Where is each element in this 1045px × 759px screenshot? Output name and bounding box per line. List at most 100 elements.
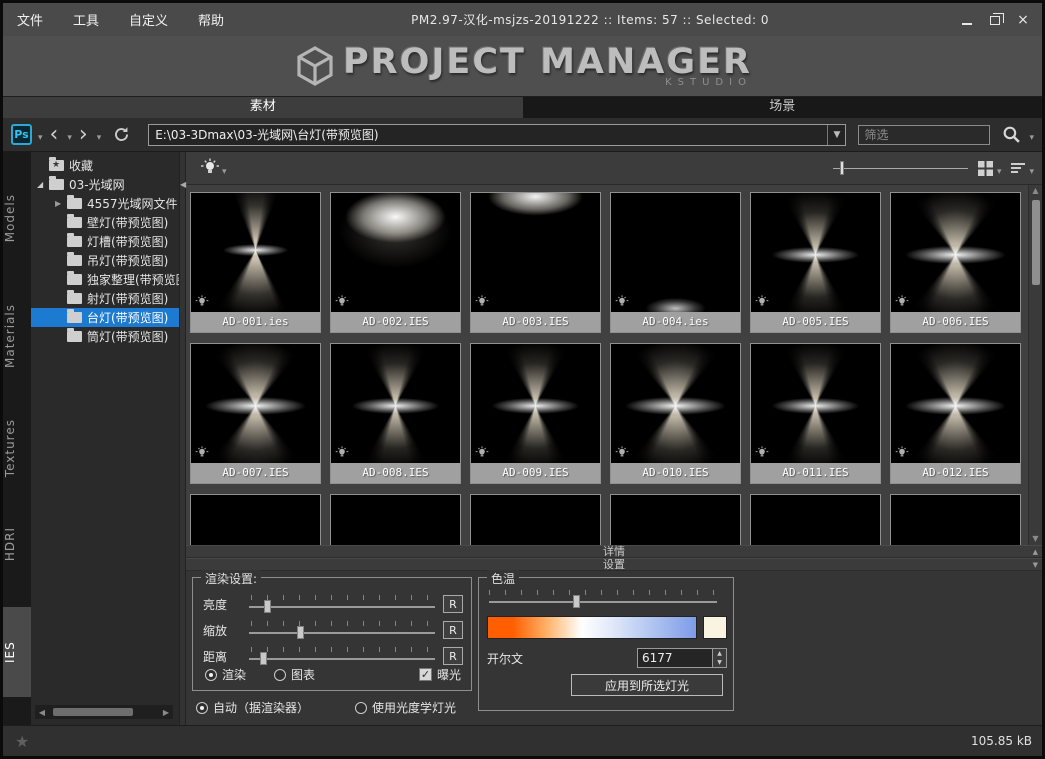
ps-dropdown-caret-icon[interactable] [36,125,43,144]
category-tab[interactable]: IES [3,607,31,697]
tree-item[interactable]: ★ 灯槽(带预览图) [31,232,179,251]
thumbnail[interactable] [330,494,461,545]
thumbnail-grid: AD-001.ies AD-002.IES [186,185,1028,545]
thumbnail[interactable]: AD-006.IES [890,192,1021,333]
tree-item[interactable]: ★ 4557光域网文件 [31,194,179,213]
thumbnail[interactable]: AD-010.IES [610,343,741,484]
slider-thumb[interactable] [260,652,267,665]
sort-button[interactable] [1011,163,1025,173]
thumbnail[interactable] [750,494,881,545]
thumbnail[interactable]: AD-004.ies [610,192,741,333]
thumbnail[interactable] [610,494,741,545]
tree-item[interactable]: ★ 03-光域网 [31,175,179,194]
tree-item[interactable]: ★ 吊灯(带预览图) [31,251,179,270]
category-tab[interactable]: Textures [3,411,31,485]
scroll-right-icon[interactable]: ▶ [159,708,173,717]
view-dropdown-caret-icon[interactable] [995,159,1002,178]
size-slider-thumb[interactable] [840,161,844,175]
details-panel-header[interactable]: 详情 ▲ [186,545,1042,558]
thumbnail[interactable]: AD-008.IES [330,343,461,484]
back-dropdown-caret-icon[interactable] [65,125,72,144]
thumbnail[interactable]: AD-005.IES [750,192,881,333]
tree-item[interactable]: ★ 壁灯(带预览图) [31,213,179,232]
thumbnail[interactable]: AD-011.IES [750,343,881,484]
tree-item[interactable]: ★ 收藏 [31,156,179,175]
minimize-button[interactable] [956,10,978,30]
tree-expand-icon[interactable] [55,199,67,208]
slider-thumb[interactable] [297,626,304,639]
reset-button[interactable]: R [443,595,463,613]
category-tab[interactable]: Models [3,186,31,250]
slider-track[interactable] [249,594,435,614]
grid-vertical-scrollbar[interactable]: ▲ ▼ [1028,185,1042,545]
path-dropdown-icon[interactable]: ▼ [827,125,845,145]
light-filter-button[interactable] [200,158,220,178]
slider-track[interactable] [249,646,435,666]
search-input[interactable] [858,125,990,145]
radio-option[interactable]: 渲染 [205,666,246,683]
thumbnail[interactable]: AD-009.IES [470,343,601,484]
sort-dropdown-caret-icon[interactable] [1027,159,1034,178]
collapse-up-icon[interactable]: ▲ [1033,546,1038,558]
forward-dropdown-caret-icon[interactable] [95,125,102,144]
spinner-down-icon[interactable]: ▼ [713,658,726,667]
search-dropdown-caret-icon[interactable] [1027,125,1034,144]
spinner-up-icon[interactable]: ▲ [713,649,726,658]
tree-item[interactable]: ★ 射灯(带预览图) [31,289,179,308]
scrollbar-thumb[interactable] [53,708,133,716]
search-button[interactable] [994,125,1023,144]
apply-to-lights-button[interactable]: 应用到所选灯光 [571,674,723,696]
slider-thumb[interactable] [264,600,271,613]
tree-item[interactable]: ★ 独家整理(带预览图) [31,270,179,289]
tree-splitter[interactable]: ◀ [179,152,186,725]
colortemp-slider-thumb[interactable] [573,595,580,608]
thumbnail[interactable] [190,494,321,545]
category-tab[interactable]: Materials [3,296,31,376]
menu-item[interactable]: 工具 [73,10,99,29]
menu-item[interactable]: 自定义 [129,10,168,29]
tree-item[interactable]: ★ 台灯(带预览图) [31,308,179,327]
scroll-down-icon[interactable]: ▼ [1032,533,1038,545]
exposure-checkbox[interactable]: ✓ 曝光 [419,666,461,683]
bulb-dropdown-caret-icon[interactable] [220,159,227,178]
back-button[interactable]: ‹ [47,125,62,145]
thumbnail[interactable]: AD-012.IES [890,343,1021,484]
slider-track[interactable] [249,620,435,640]
category-tab[interactable]: HDRI [3,519,31,569]
thumbnail[interactable] [470,494,601,545]
scroll-up-icon[interactable]: ▲ [1032,185,1038,197]
reset-button[interactable]: R [443,621,463,639]
tree-item[interactable]: ★ 筒灯(带预览图) [31,327,179,346]
menu-item[interactable]: 文件 [17,10,43,29]
color-temperature-slider[interactable] [487,588,719,610]
forward-button[interactable]: › [76,125,91,145]
tree-expand-icon[interactable] [37,180,49,189]
collapse-down-icon[interactable]: ▼ [1033,559,1038,571]
path-combobox[interactable]: E:\03-3Dmax\03-光域网\台灯(带预览图) ▼ [148,124,846,146]
radio-option[interactable]: 图表 [274,666,315,683]
thumbnail[interactable] [890,494,1021,545]
thumbnail[interactable]: AD-001.ies [190,192,321,333]
reset-button[interactable]: R [443,647,463,665]
thumbnail[interactable]: AD-002.IES [330,192,461,333]
splitter-collapse-icon[interactable]: ◀ [180,180,185,189]
photoshop-button[interactable]: Ps [11,124,32,145]
thumbnail-size-slider[interactable] [833,160,968,176]
radio-option[interactable]: 使用光度学灯光 [355,699,456,716]
main-tab[interactable]: 场景 [523,97,1043,118]
tree-horizontal-scrollbar[interactable]: ◀ ▶ [35,705,173,719]
scrollbar-thumb[interactable] [1032,200,1040,285]
close-button[interactable]: × [1012,10,1034,30]
refresh-button[interactable] [113,126,130,143]
kelvin-input[interactable] [638,649,712,667]
main-tab[interactable]: 素材 [3,97,523,118]
restore-button[interactable] [984,10,1006,30]
grid-view-button[interactable] [978,161,993,176]
favorite-star-icon[interactable]: ★ [15,732,29,751]
scroll-left-icon[interactable]: ◀ [35,708,49,717]
radio-option[interactable]: 自动（据渲染器） [196,699,309,716]
thumbnail[interactable]: AD-007.IES [190,343,321,484]
settings-panel-header[interactable]: 设置 ▼ [186,558,1042,571]
thumbnail[interactable]: AD-003.IES [470,192,601,333]
menu-item[interactable]: 帮助 [198,10,224,29]
